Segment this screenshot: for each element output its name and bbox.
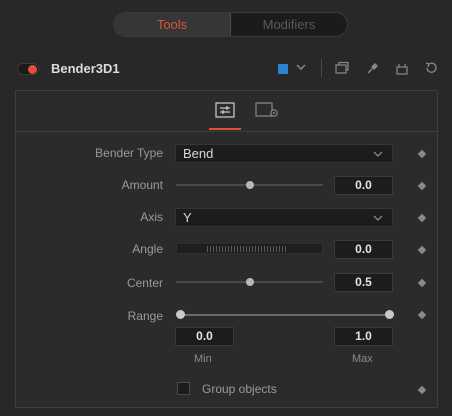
range-max-handle[interactable] — [385, 310, 394, 319]
inspector-panel: Tools Modifiers Bender3D1 Bender Type Be… — [0, 0, 452, 416]
amount-input[interactable]: 0.0 — [334, 176, 393, 195]
range-min-input[interactable]: 0.0 — [175, 327, 234, 346]
range-min-handle[interactable] — [176, 310, 185, 319]
group-objects-keyframe-icon[interactable] — [417, 385, 427, 395]
inspector-tab-bar: Tools Modifiers — [113, 12, 348, 37]
bender-type-label: Bender Type — [95, 146, 163, 160]
range-slider-track[interactable] — [180, 314, 390, 316]
tool-name: Bender3D1 — [51, 61, 120, 76]
chevron-down-icon — [373, 151, 383, 157]
toggle-knob — [28, 65, 37, 74]
tool-header: Bender3D1 — [0, 54, 452, 84]
tab-modifiers[interactable]: Modifiers — [231, 13, 347, 36]
range-max-label: Max — [352, 353, 373, 365]
tool-color-swatch[interactable] — [278, 64, 288, 74]
range-keyframe-icon[interactable] — [417, 310, 427, 320]
active-page-indicator — [209, 128, 241, 130]
pin-icon[interactable] — [365, 60, 381, 76]
controls-panel: Bender Type Bend Amount 0.0 Axis Y Angle… — [15, 90, 438, 408]
amount-label: Amount — [121, 178, 163, 192]
axis-keyframe-icon[interactable] — [417, 213, 427, 223]
bender-type-keyframe-icon[interactable] — [417, 149, 427, 159]
amount-keyframe-icon[interactable] — [417, 181, 427, 191]
angle-input[interactable]: 0.0 — [334, 240, 393, 259]
angle-label: Angle — [132, 242, 163, 256]
angle-thumbwheel[interactable] — [176, 243, 323, 254]
color-chevron-down-icon[interactable] — [294, 60, 308, 74]
axis-label: Axis — [140, 210, 163, 224]
group-objects-label: Group objects — [202, 382, 277, 396]
versions-icon[interactable] — [334, 60, 350, 76]
chevron-down-icon — [373, 215, 383, 221]
lock-icon[interactable] — [394, 60, 410, 76]
range-max-input[interactable]: 1.0 — [334, 327, 393, 346]
axis-value: Y — [183, 210, 192, 225]
amount-slider-handle[interactable] — [245, 181, 254, 189]
bender-type-value: Bend — [183, 146, 214, 161]
range-label: Range — [127, 309, 163, 323]
reset-icon[interactable] — [423, 60, 439, 76]
bender-type-dropdown[interactable]: Bend — [175, 144, 393, 163]
thumbwheel-ticks — [207, 246, 287, 252]
group-objects-checkbox[interactable] — [177, 382, 190, 395]
header-divider — [321, 59, 322, 77]
range-min-label: Min — [194, 353, 212, 365]
controls-page-icon[interactable] — [214, 100, 236, 120]
axis-dropdown[interactable]: Y — [175, 208, 393, 227]
tool-enable-toggle[interactable] — [17, 63, 39, 75]
center-label: Center — [126, 276, 163, 290]
settings-page-icon[interactable] — [254, 100, 280, 120]
control-page-tabs — [16, 91, 437, 132]
center-keyframe-icon[interactable] — [417, 278, 427, 288]
tab-tools[interactable]: Tools — [114, 13, 231, 36]
center-input[interactable]: 0.5 — [334, 273, 393, 292]
angle-keyframe-icon[interactable] — [417, 245, 427, 255]
center-slider-handle[interactable] — [245, 278, 254, 286]
